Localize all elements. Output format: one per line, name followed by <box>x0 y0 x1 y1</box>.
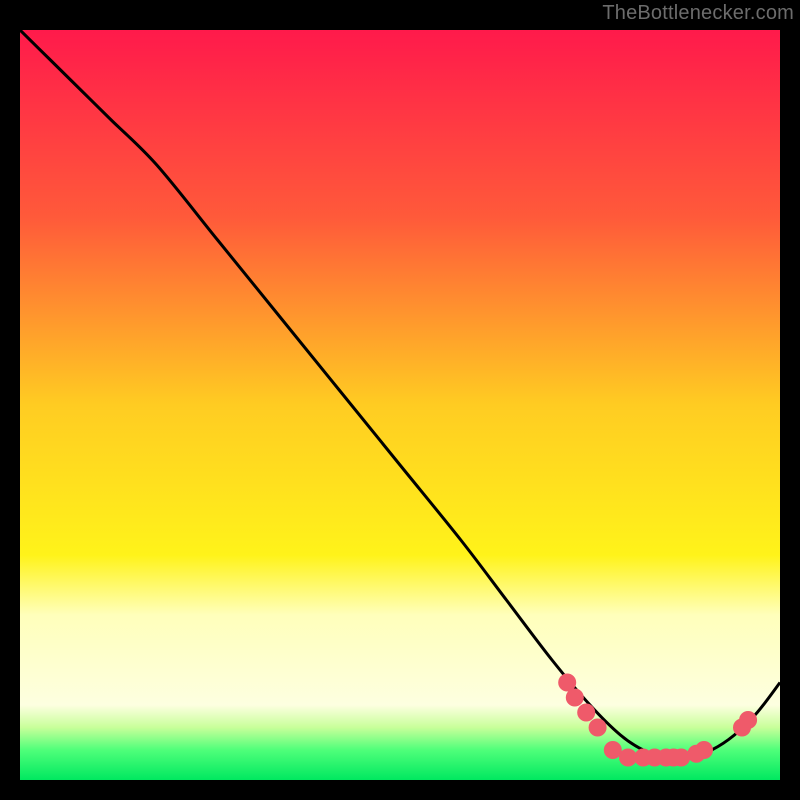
data-marker <box>695 741 713 759</box>
data-marker <box>589 719 607 737</box>
data-marker <box>672 749 690 767</box>
data-marker <box>566 689 584 707</box>
plot-area <box>20 30 780 780</box>
chart-container: TheBottlenecker.com <box>0 0 800 800</box>
attribution-text: TheBottlenecker.com <box>602 2 794 25</box>
data-marker <box>739 711 757 729</box>
data-marker <box>577 704 595 722</box>
chart-svg <box>20 30 780 780</box>
